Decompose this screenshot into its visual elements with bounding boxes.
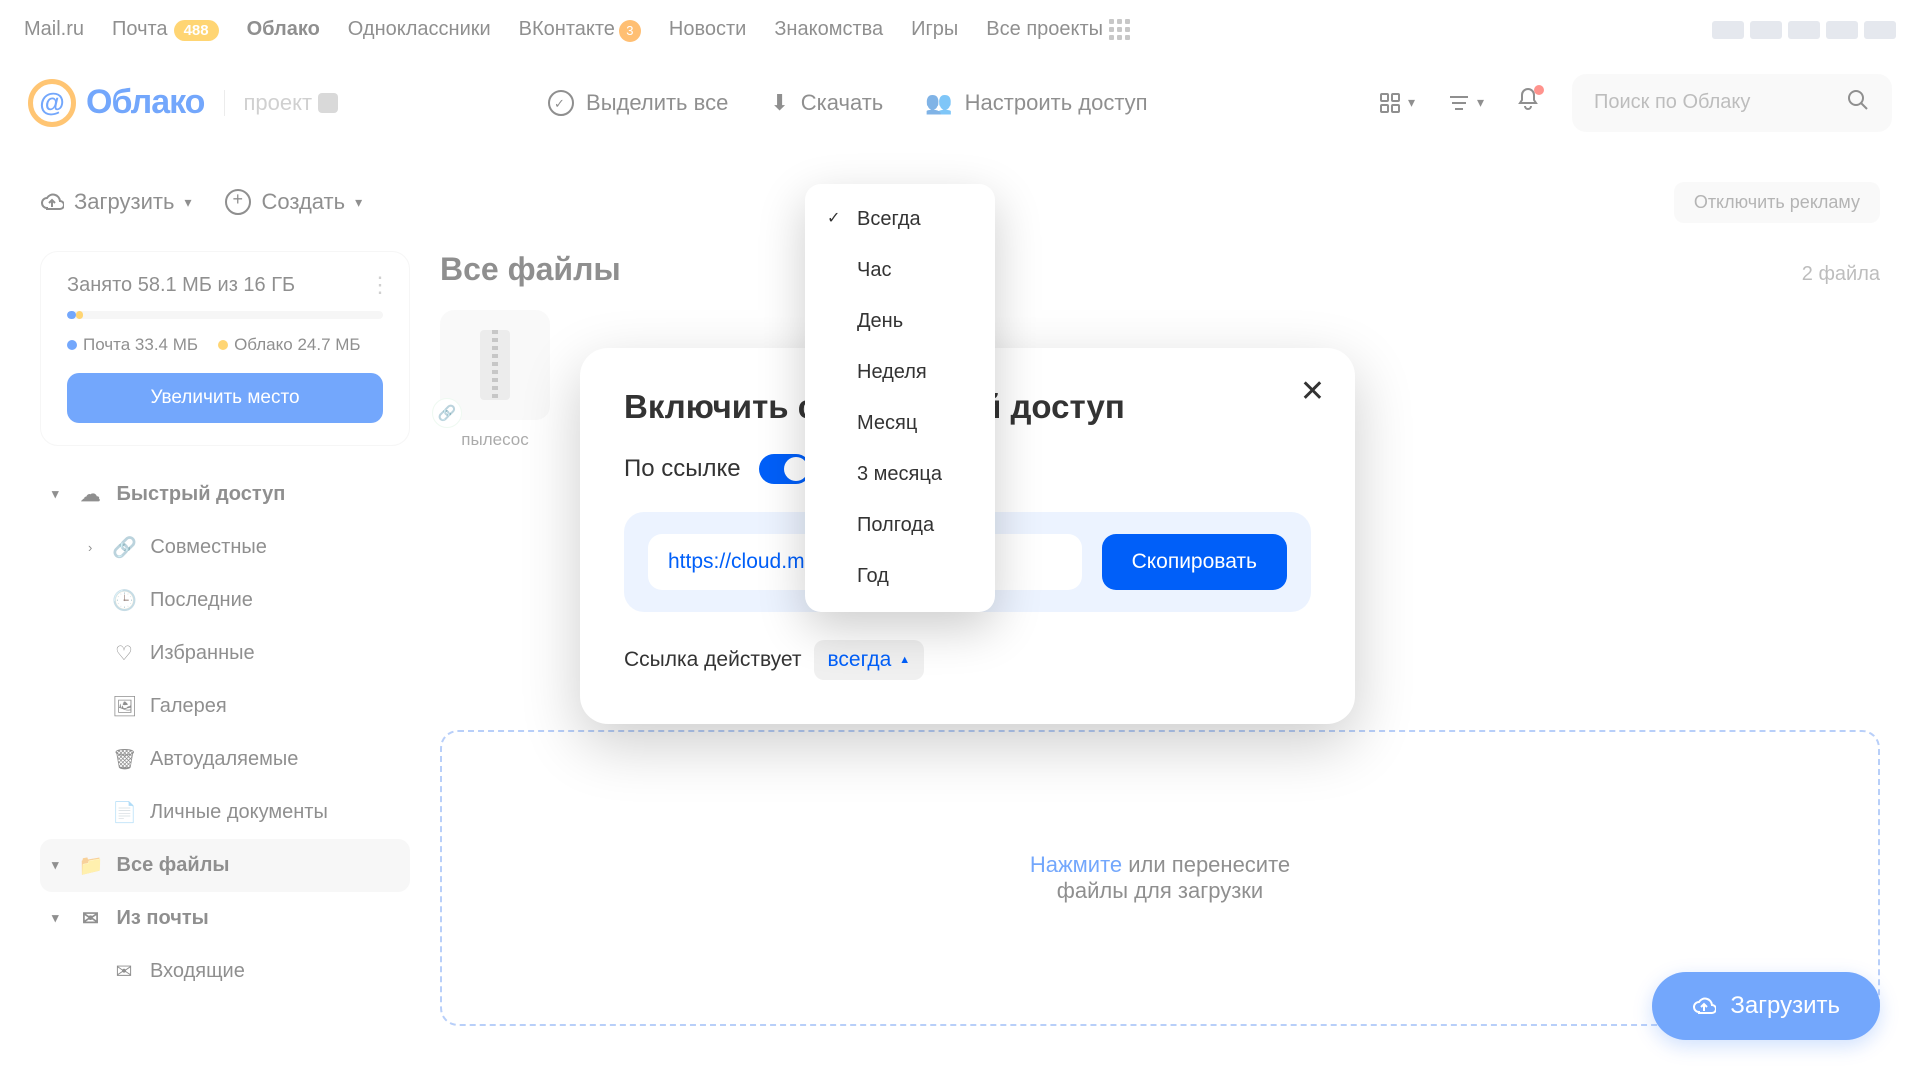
caret-up-icon: ▲ — [899, 654, 910, 666]
duration-dropdown[interactable]: всегда ▲ — [814, 640, 925, 680]
copy-button[interactable]: Скопировать — [1102, 534, 1287, 590]
duration-option-week[interactable]: Неделя — [805, 347, 995, 398]
by-link-label: По ссылке — [624, 455, 741, 483]
duration-option-day[interactable]: День — [805, 296, 995, 347]
link-toggle[interactable] — [759, 454, 811, 484]
duration-menu: Всегда Час День Неделя Месяц 3 месяца По… — [805, 184, 995, 612]
duration-option-month[interactable]: Месяц — [805, 398, 995, 449]
duration-option-hour[interactable]: Час — [805, 245, 995, 296]
duration-option-3months[interactable]: 3 месяца — [805, 449, 995, 500]
duration-value: всегда — [828, 648, 892, 672]
duration-option-halfyear[interactable]: Полгода — [805, 500, 995, 551]
expiry-label: Ссылка действует — [624, 648, 802, 672]
duration-option-always[interactable]: Всегда — [805, 194, 995, 245]
close-button[interactable]: ✕ — [1300, 374, 1325, 409]
duration-option-year[interactable]: Год — [805, 551, 995, 602]
